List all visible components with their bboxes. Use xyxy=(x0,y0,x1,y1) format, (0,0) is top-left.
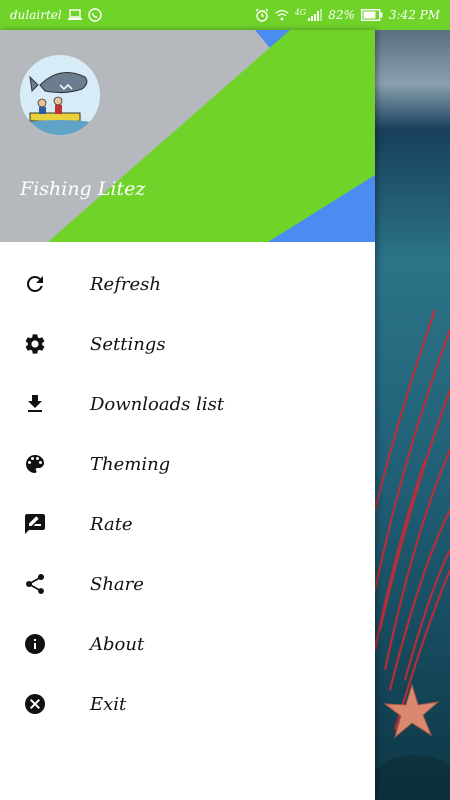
menu-label-exit: Exit xyxy=(90,693,127,715)
palette-icon xyxy=(22,451,48,477)
avatar[interactable] xyxy=(20,55,100,135)
status-right: 4G 82% 3:42 PM xyxy=(255,8,440,22)
menu-item-exit[interactable]: Exit xyxy=(0,674,375,734)
whatsapp-icon xyxy=(88,8,102,22)
background-app-content[interactable] xyxy=(375,30,450,800)
menu-label-theming: Theming xyxy=(90,453,171,475)
refresh-icon xyxy=(22,271,48,297)
menu-label-refresh: Refresh xyxy=(90,273,161,295)
menu-item-settings[interactable]: Settings xyxy=(0,314,375,374)
close-circle-icon xyxy=(22,691,48,717)
menu-label-share: Share xyxy=(90,573,144,595)
drawer-header: Fishing Litez xyxy=(0,30,375,242)
menu-label-settings: Settings xyxy=(90,333,166,355)
download-icon xyxy=(22,391,48,417)
background-underwater-image xyxy=(375,30,450,800)
battery-percent: 82% xyxy=(328,8,355,22)
share-icon xyxy=(22,571,48,597)
drawer-menu: Refresh Settings Downloads list Theming … xyxy=(0,242,375,734)
status-bar: dulairtel 4G 82% 3:42 PM xyxy=(0,0,450,30)
menu-item-about[interactable]: About xyxy=(0,614,375,674)
menu-item-rate[interactable]: Rate xyxy=(0,494,375,554)
battery-icon xyxy=(360,8,383,22)
rate-icon xyxy=(22,511,48,537)
menu-label-rate: Rate xyxy=(90,513,133,535)
signal-icon xyxy=(308,8,323,22)
status-left: dulairtel xyxy=(10,8,102,22)
menu-item-share[interactable]: Share xyxy=(0,554,375,614)
wifi-icon xyxy=(275,8,289,22)
fishing-logo-icon xyxy=(20,55,100,135)
carrier-name: dulairtel xyxy=(10,8,62,22)
app-title: Fishing Litez xyxy=(20,178,146,200)
gear-icon xyxy=(22,331,48,357)
laptop-icon xyxy=(67,8,82,22)
alarm-icon xyxy=(255,8,269,22)
menu-item-theming[interactable]: Theming xyxy=(0,434,375,494)
info-icon xyxy=(22,631,48,657)
menu-item-downloads-list[interactable]: Downloads list xyxy=(0,374,375,434)
navigation-drawer: Fishing Litez Refresh Settings Downloads… xyxy=(0,30,375,800)
clock: 3:42 PM xyxy=(388,8,440,22)
menu-item-refresh[interactable]: Refresh xyxy=(0,254,375,314)
menu-label-about: About xyxy=(90,633,145,655)
network-type: 4G xyxy=(294,7,307,17)
menu-label-downloads-list: Downloads list xyxy=(90,393,225,415)
